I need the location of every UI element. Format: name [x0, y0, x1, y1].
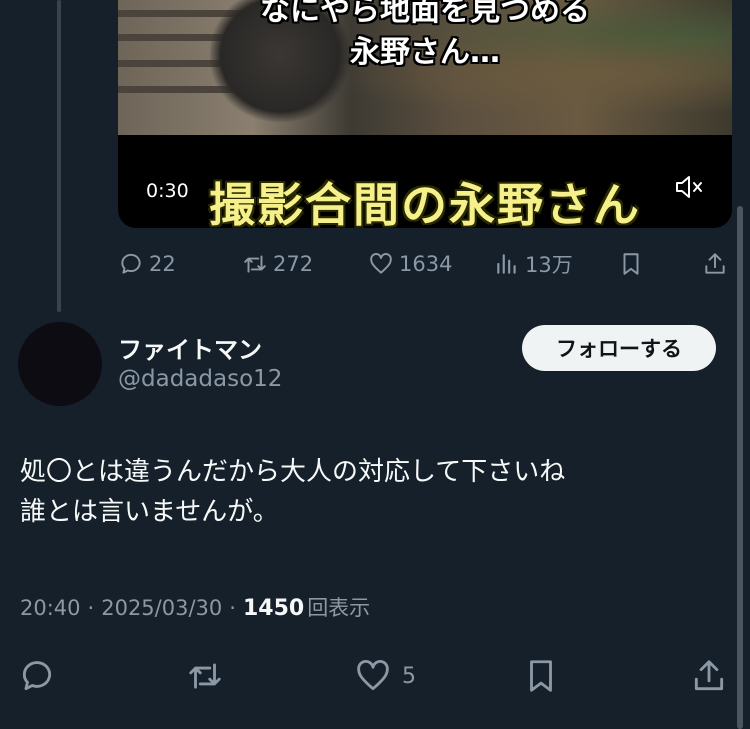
- video-caption-top: なにやら地面を見つめる 永野さん…: [118, 0, 732, 74]
- like-count: 1634: [399, 252, 453, 276]
- like-button[interactable]: 1634: [368, 246, 452, 282]
- meta-separator: ·: [229, 596, 236, 620]
- parent-tweet-actions: 22 272 1634 13万: [0, 246, 750, 282]
- views-chart-icon: [497, 254, 516, 274]
- tweet-text-line: 処〇とは違うんだから大人の対応して下さいね: [20, 457, 566, 487]
- avatar[interactable]: [18, 322, 102, 406]
- bookmark-icon: [623, 253, 639, 275]
- like-count: 5: [402, 663, 416, 689]
- follow-button[interactable]: フォローする: [522, 325, 716, 371]
- author-handle[interactable]: @dadadaso12: [118, 366, 282, 392]
- mute-icon[interactable]: [674, 174, 704, 200]
- views-count: 13万: [525, 253, 573, 277]
- views-button[interactable]: 13万: [494, 246, 573, 282]
- bookmark-button[interactable]: [618, 246, 649, 282]
- repost-button[interactable]: [186, 654, 224, 698]
- video-player[interactable]: なにやら地面を見つめる 永野さん… 撮影合間の永野さん 0:30: [118, 0, 732, 228]
- repost-count: 272: [273, 252, 314, 276]
- reply-button[interactable]: [18, 654, 56, 698]
- share-icon: [705, 253, 725, 274]
- video-timestamp: 0:30: [144, 180, 191, 202]
- reply-count: 22: [149, 252, 176, 276]
- share-icon: [694, 660, 724, 691]
- tweet-detail-page: なにやら地面を見つめる 永野さん… 撮影合間の永野さん 0:30 22 272 …: [0, 0, 750, 729]
- video-caption-main: 撮影合間の永野さん: [209, 178, 641, 228]
- reply-button[interactable]: 22: [118, 246, 176, 282]
- reply-icon: [121, 253, 141, 274]
- share-button[interactable]: [702, 246, 733, 282]
- repost-button[interactable]: 272: [242, 246, 313, 282]
- share-button[interactable]: [690, 654, 728, 698]
- bookmark-icon: [530, 660, 552, 692]
- tweet-text-line: 誰とは言いませんが。: [20, 497, 279, 527]
- meta-separator: ·: [87, 596, 95, 620]
- tweet-date[interactable]: 2025/03/30: [101, 596, 222, 620]
- tweet-text: 処〇とは違うんだから大人の対応して下さいね 誰とは言いませんが。: [20, 452, 720, 532]
- tweet-actions: 5: [0, 654, 750, 698]
- heart-icon: [370, 253, 392, 274]
- tweet-meta: 20:40 · 2025/03/30 · 1450 回表示: [20, 592, 370, 622]
- tweet-views-count: 1450: [242, 596, 305, 621]
- heart-icon: [357, 659, 389, 691]
- tweet-views-label: 回表示: [307, 596, 371, 620]
- repost-icon: [189, 663, 221, 689]
- video-caption-line: なにやら地面を見つめる: [260, 0, 590, 28]
- author-display-name[interactable]: ファイトマン: [118, 330, 262, 365]
- reply-icon: [22, 661, 52, 691]
- video-caption-line: 永野さん…: [350, 35, 500, 70]
- bookmark-button[interactable]: [522, 654, 560, 698]
- scrollbar[interactable]: [737, 206, 743, 729]
- like-button[interactable]: 5: [354, 654, 416, 698]
- repost-icon: [244, 255, 266, 273]
- tweet-time[interactable]: 20:40: [20, 596, 81, 620]
